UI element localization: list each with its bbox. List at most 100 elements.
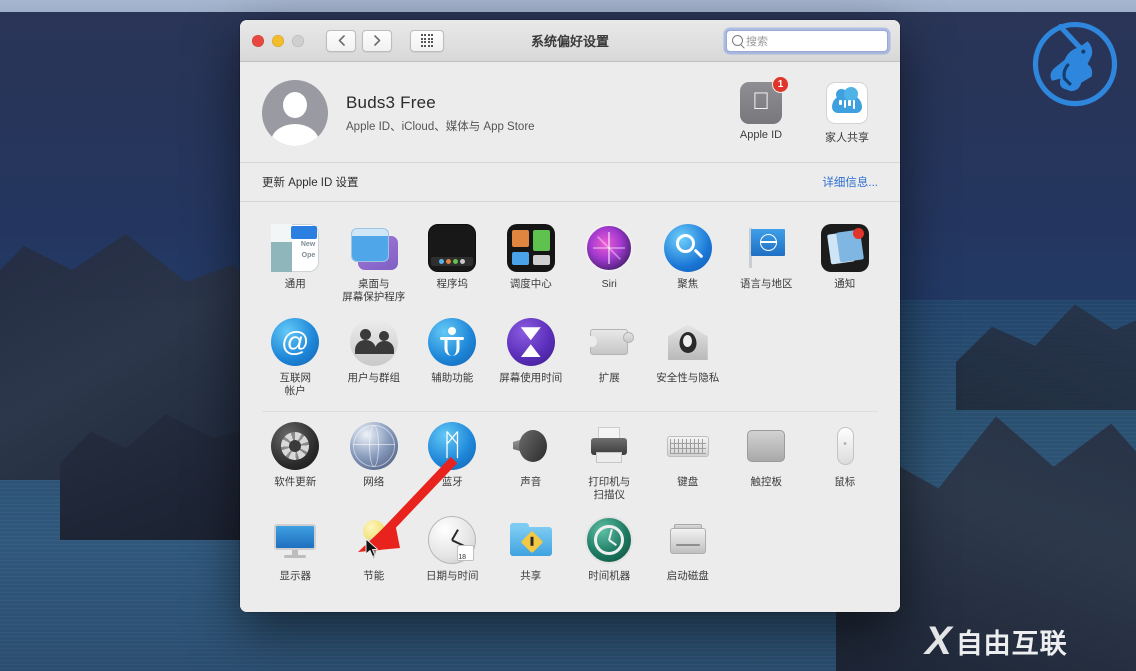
pref-label: 时间机器 — [588, 569, 631, 582]
pref-item-dock[interactable]: 程序坞 — [413, 216, 492, 310]
pref-label: 调度中心 — [509, 278, 552, 290]
pref-label: 声音 — [520, 475, 542, 488]
apple-id-panel: Buds3 Free Apple ID、iCloud、媒体与 App Store… — [240, 62, 900, 162]
apple-id-row[interactable]: Buds3 Free Apple ID、iCloud、媒体与 App Store… — [262, 75, 878, 146]
displays-icon — [271, 516, 319, 564]
pref-label: 语言与地区 — [740, 278, 793, 290]
pref-item-startup-disk[interactable]: 启动磁盘 — [649, 508, 728, 589]
notifications-icon — [820, 224, 869, 272]
pref-item-notifications[interactable]: 通知 — [806, 216, 885, 310]
pref-item-displays[interactable]: 显示器 — [256, 508, 335, 589]
pref-item-spotlight[interactable]: 聚焦 — [649, 216, 728, 310]
grid-icon — [420, 34, 434, 47]
pref-label: 用户与群组 — [347, 372, 401, 385]
chevron-right-icon — [373, 35, 380, 46]
pref-row-1: New Ope 通用 桌面与 屏幕保护程序 程序坞 调度中心 Siri 聚焦 语… — [256, 216, 884, 310]
pref-item-software-update[interactable]: 软件更新 — [256, 414, 335, 508]
pref-label: 软件更新 — [274, 475, 317, 488]
pref-spacer — [727, 508, 806, 589]
apple-logo-icon:  1 — [740, 75, 789, 124]
pref-item-printers-scanners[interactable]: 打印机与 扫描仪 — [570, 414, 649, 508]
system-preferences-window: 系统偏好设置 搜索 Buds3 Free Apple ID、iCloud、媒体与… — [240, 20, 900, 612]
spotlight-icon — [663, 224, 712, 272]
pref-label: 安全性与隐私 — [656, 372, 720, 385]
pref-item-sharing[interactable]: 共享 — [492, 508, 571, 589]
knight-horse-logo — [1032, 21, 1118, 107]
close-button[interactable] — [252, 34, 264, 47]
avatar-body — [271, 124, 319, 146]
zoom-button[interactable] — [292, 34, 304, 47]
pref-item-time-machine[interactable]: 时间机器 — [570, 508, 649, 589]
pref-spacer — [806, 310, 885, 404]
pref-item-accessibility[interactable]: 辅助功能 — [413, 310, 492, 404]
family-sharing-button-label: 家人共享 — [825, 131, 869, 144]
pref-item-general[interactable]: New Ope 通用 — [256, 216, 335, 310]
pref-label: 屏幕使用时间 — [499, 372, 563, 385]
pref-spacer — [806, 508, 885, 589]
search-field[interactable]: 搜索 — [726, 29, 888, 52]
sharing-icon — [507, 516, 555, 564]
pref-item-energy-saver[interactable]: 节能 — [335, 508, 414, 589]
apple-id-button-label: Apple ID — [739, 128, 783, 141]
account-name: Buds3 Free — [346, 92, 436, 112]
status-badge: 1 — [772, 75, 789, 93]
pref-item-bluetooth[interactable]: ᛗ 蓝牙 — [413, 414, 492, 508]
back-button[interactable] — [326, 29, 356, 52]
pref-label: 日期与时间 — [426, 569, 479, 582]
update-notice-text: 更新 Apple ID 设置 — [262, 177, 359, 189]
chevron-left-icon — [338, 35, 345, 46]
keyboard-icon — [664, 422, 712, 470]
extensions-icon — [585, 318, 635, 366]
pref-item-siri[interactable]: Siri — [570, 216, 649, 310]
energy-saver-icon — [350, 516, 398, 564]
pref-item-extensions[interactable]: 扩展 — [570, 310, 649, 404]
pref-label: 鼠标 — [834, 475, 856, 488]
forward-button[interactable] — [362, 29, 392, 52]
family-sharing-button[interactable]: 家人共享 — [816, 81, 878, 145]
pref-label: 键盘 — [677, 475, 699, 488]
apple-glyph:  — [752, 89, 770, 114]
pref-label: 程序坞 — [436, 278, 469, 290]
pref-item-date-time[interactable]: 18 日期与时间 — [413, 508, 492, 589]
minimize-button[interactable] — [272, 34, 284, 47]
pref-item-trackpad[interactable]: 触控板 — [727, 414, 806, 508]
navigation-buttons — [326, 29, 392, 52]
pref-item-keyboard[interactable]: 键盘 — [649, 414, 728, 508]
software-update-icon — [271, 421, 320, 470]
pref-item-sound[interactable]: 声音 — [492, 414, 571, 508]
search-container: 搜索 — [726, 29, 888, 52]
show-all-button[interactable] — [410, 29, 444, 52]
window-titlebar: 系统偏好设置 搜索 — [240, 20, 900, 62]
search-placeholder: 搜索 — [746, 35, 768, 48]
pref-item-language-region[interactable]: 语言与地区 — [727, 216, 806, 310]
pref-item-security-privacy[interactable]: 安全性与隐私 — [649, 310, 728, 404]
details-link[interactable]: 详细信息... — [822, 174, 878, 190]
pref-item-screen-time[interactable]: 屏幕使用时间 — [492, 310, 571, 404]
sound-icon — [507, 422, 555, 470]
traffic-light-group — [252, 34, 304, 47]
preferences-grid: New Ope 通用 桌面与 屏幕保护程序 程序坞 调度中心 Siri 聚焦 语… — [240, 202, 900, 612]
pref-item-internet-accounts[interactable]: @ 互联网 帐户 — [256, 310, 335, 404]
general-icon: New Ope — [271, 224, 320, 272]
cloud-bars — [827, 99, 867, 109]
pref-item-users-groups[interactable]: 用户与群组 — [335, 310, 414, 404]
avatar[interactable] — [262, 80, 328, 146]
pref-label: 通用 — [284, 278, 306, 290]
pref-label: 触控板 — [750, 475, 783, 488]
pref-label: 通知 — [834, 278, 856, 290]
pref-label: 聚焦 — [677, 278, 699, 290]
pref-item-mission-control[interactable]: 调度中心 — [492, 216, 571, 310]
pref-item-mouse[interactable]: 鼠标 — [806, 414, 885, 508]
apple-id-buttons:  1 Apple ID 家人共享 — [730, 75, 878, 145]
pref-item-network[interactable]: 网络 — [335, 414, 414, 508]
apple-id-update-row: 更新 Apple ID 设置 详细信息... — [240, 163, 900, 201]
pref-label: 节能 — [363, 569, 385, 582]
pref-row-3: 软件更新 网络 ᛗ 蓝牙 声音 打印机与 扫描仪 键盘 触控板 鼠标 — [256, 414, 884, 508]
apple-id-button[interactable]:  1 Apple ID — [730, 75, 792, 145]
mouse-icon — [821, 422, 869, 470]
pref-label: 桌面与 屏幕保护程序 — [342, 278, 406, 304]
pref-row-2: @ 互联网 帐户 用户与群组 辅助功能 屏幕使用时间 扩展 安全性与隐私 — [256, 310, 884, 404]
pref-item-desktop-screensaver[interactable]: 桌面与 屏幕保护程序 — [335, 216, 414, 310]
apple-id-text: Buds3 Free Apple ID、iCloud、媒体与 App Store — [346, 93, 535, 134]
trackpad-icon — [742, 422, 790, 470]
